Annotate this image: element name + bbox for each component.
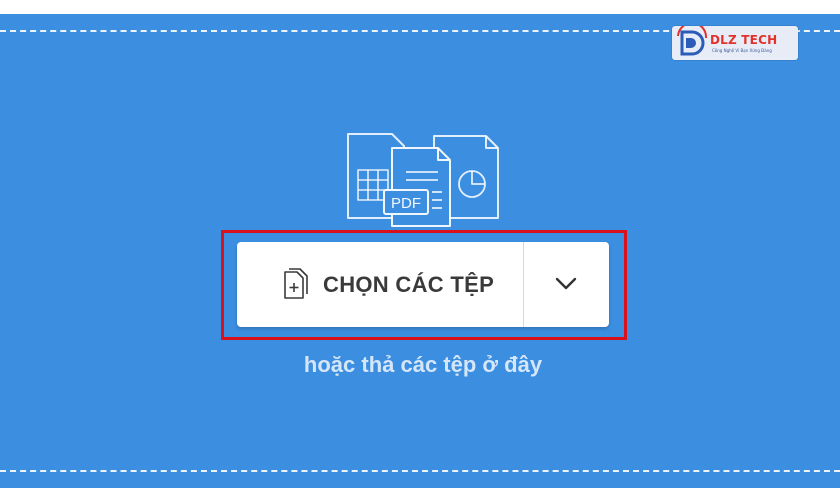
upload-source-dropdown-button[interactable]	[524, 242, 609, 327]
file-add-icon	[284, 268, 308, 299]
drop-zone-border-bottom	[0, 470, 840, 472]
brand-name: DLZ TECH	[710, 33, 778, 47]
pdf-label: PDF	[391, 195, 421, 212]
dlz-logo-icon	[677, 26, 708, 56]
brand-logo: DLZ TECH Công Nghệ Vì Bạn Xứng Đáng	[672, 26, 798, 60]
page: DLZ TECH Công Nghệ Vì Bạn Xứng Đáng PDF …	[0, 0, 840, 500]
chevron-down-icon	[555, 277, 577, 290]
file-types-icon: PDF	[347, 133, 499, 227]
brand-tagline: Công Nghệ Vì Bạn Xứng Đáng	[712, 48, 772, 53]
choose-files-button[interactable]: CHỌN CÁC TỆP	[237, 242, 523, 327]
drop-hint: hoặc thả các tệp ở đây	[303, 352, 543, 377]
upload-button-group: CHỌN CÁC TỆP	[237, 242, 609, 327]
choose-files-label: CHỌN CÁC TỆP	[323, 272, 495, 297]
file-drop-zone[interactable]: DLZ TECH Công Nghệ Vì Bạn Xứng Đáng PDF …	[0, 14, 840, 488]
